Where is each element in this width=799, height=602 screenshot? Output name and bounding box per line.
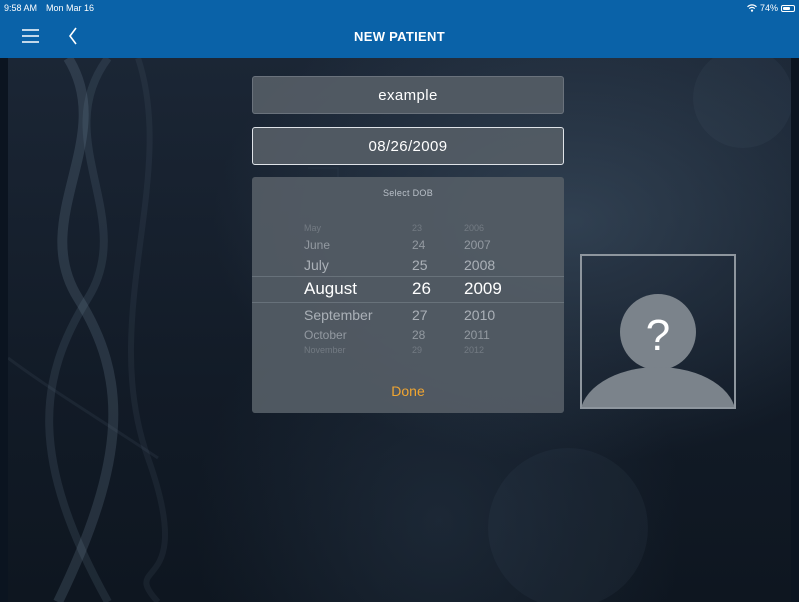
page-title: NEW PATIENT — [354, 29, 445, 44]
month-option[interactable]: September — [304, 307, 372, 323]
year-option[interactable]: 2006 — [464, 223, 484, 233]
selected-month[interactable]: August — [304, 279, 357, 299]
day-option[interactable]: 24 — [412, 238, 425, 252]
day-option[interactable]: 28 — [412, 328, 425, 342]
day-option[interactable]: 23 — [412, 223, 422, 233]
month-option[interactable]: May — [304, 223, 321, 233]
selected-day[interactable]: 26 — [412, 279, 431, 299]
year-option[interactable]: 2010 — [464, 307, 495, 323]
dob-picker: Select DOB May 23 2006 June 24 2007 July… — [252, 177, 564, 413]
month-option[interactable]: June — [304, 238, 330, 252]
wheel-row: July 25 2008 — [252, 257, 564, 277]
year-option[interactable]: 2007 — [464, 238, 491, 252]
selected-year[interactable]: 2009 — [464, 279, 502, 299]
month-option[interactable]: July — [304, 257, 329, 273]
battery-fill — [783, 6, 791, 10]
wifi-icon — [747, 4, 757, 12]
year-option[interactable]: 2011 — [464, 328, 490, 342]
year-option[interactable]: 2008 — [464, 257, 495, 273]
status-right: 74% — [747, 0, 795, 16]
status-time: 9:58 AM — [4, 3, 38, 13]
patient-photo-button[interactable]: ? — [580, 254, 736, 409]
date-wheel[interactable]: May 23 2006 June 24 2007 July 25 2008 Au… — [252, 215, 564, 365]
dob-input[interactable]: 08/26/2009 — [252, 127, 564, 165]
question-mark-glyph: ? — [646, 311, 670, 360]
battery-icon — [781, 4, 795, 12]
month-option[interactable]: October — [304, 328, 347, 342]
nav-bar: NEW PATIENT — [0, 16, 799, 58]
day-option[interactable]: 27 — [412, 307, 428, 323]
picker-title: Select DOB — [382, 188, 434, 198]
wheel-row: November 29 2012 — [252, 345, 564, 365]
day-option[interactable]: 25 — [412, 257, 428, 273]
day-option[interactable]: 29 — [412, 345, 422, 355]
screen: 9:58 AM Mon Mar 16 74% NEW PATIENT examp… — [0, 0, 799, 602]
battery-percent: 74% — [759, 3, 778, 13]
content-area: example 08/26/2009 Select DOB May 23 200… — [8, 58, 791, 602]
month-option[interactable]: November — [304, 345, 346, 355]
status-date: Mon Mar 16 — [46, 3, 95, 13]
year-option[interactable]: 2012 — [464, 345, 484, 355]
wheel-row: June 24 2007 — [252, 238, 564, 258]
status-bar: 9:58 AM Mon Mar 16 74% — [0, 0, 799, 16]
done-button[interactable]: Done — [252, 383, 564, 405]
wheel-row-selected: August 26 2009 — [252, 279, 564, 299]
wheel-row: September 27 2010 — [252, 307, 564, 327]
avatar-placeholder-icon: ? — [582, 294, 734, 407]
patient-name-input[interactable]: example — [252, 76, 564, 114]
